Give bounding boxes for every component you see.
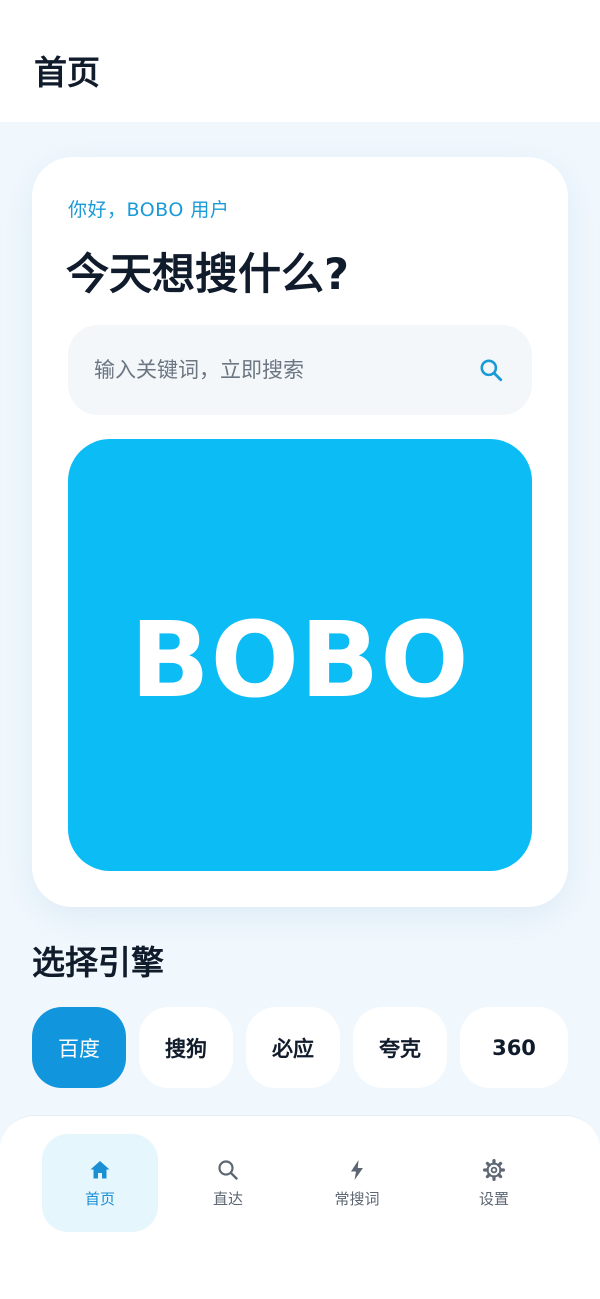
search-icon [480,359,503,382]
home-icon [87,1157,113,1183]
lightning-icon [344,1157,370,1183]
gear-icon [481,1157,507,1183]
hero-card: 你好，BOBO 用户 今天想搜什么? BOBO [32,157,568,907]
engine-section-title: 选择引擎 [32,943,164,982]
nav-label-direct: 直达 [212,1190,243,1208]
engine-chip-bing[interactable]: 必应 [246,1007,340,1088]
app-header: 首页 [0,0,600,122]
page-title: 首页 [34,53,100,92]
nav-item-settings[interactable]: 设置 [436,1134,552,1232]
engine-chip-sogou[interactable]: 搜狗 [139,1007,233,1088]
nav-item-home[interactable]: 首页 [42,1134,158,1232]
nav-label-home: 首页 [84,1190,115,1208]
nav-label-frequent: 常搜词 [334,1190,380,1208]
nav-item-direct[interactable]: 直达 [170,1134,286,1232]
search-box [68,325,532,415]
nav-label-settings: 设置 [478,1190,509,1208]
search-button[interactable] [474,353,508,387]
search-input[interactable] [94,347,454,393]
hero-headline: 今天想搜什么? [66,250,349,300]
nav-item-frequent[interactable]: 常搜词 [299,1134,415,1232]
home-screen: 首页 你好，BOBO 用户 今天想搜什么? BOBO 选择引擎 百度 搜狗 必应… [0,0,600,1299]
engine-chip-360[interactable]: 360 [460,1007,568,1088]
bottom-nav: 首页 直达 常搜词 设置 [0,1115,600,1299]
search-icon [215,1157,241,1183]
engine-chip-baidu[interactable]: 百度 [32,1007,126,1088]
bobo-logo: BOBO [130,599,470,721]
engine-chip-quark[interactable]: 夸克 [353,1007,447,1088]
bobo-banner: BOBO [68,439,532,871]
greeting-text: 你好，BOBO 用户 [68,199,230,221]
engine-selector: 百度 搜狗 必应 夸克 360 [32,1007,572,1088]
